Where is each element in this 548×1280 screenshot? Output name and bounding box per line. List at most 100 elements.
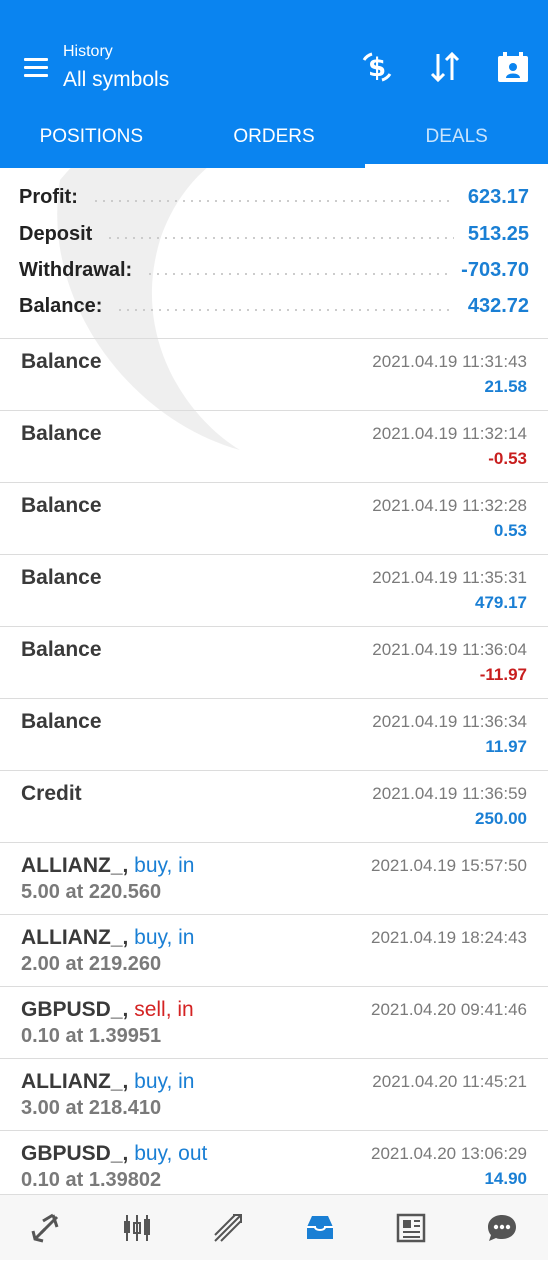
deal-title: ALLIANZ_, buy, in: [21, 1070, 195, 1094]
summary-label: Balance:: [19, 294, 103, 317]
deal-side: buy, in: [134, 854, 195, 877]
deal-symbol: Balance: [21, 494, 102, 517]
deal-row[interactable]: ALLIANZ_, buy, in 2.00 at 219.260 2021.04.…: [0, 914, 548, 986]
nav-history[interactable]: [274, 1195, 365, 1260]
summary-row-deposit: Deposit 513.25: [19, 219, 529, 249]
deal-symbol: Balance: [21, 710, 102, 733]
app-header: History All symbols $: [0, 0, 548, 106]
chart-icon: [123, 1214, 150, 1241]
deal-row[interactable]: Balance 2021.04.19 11:32:14 -0.53: [0, 410, 548, 482]
deal-amount: 11.97: [485, 737, 527, 756]
deal-volume-price: 2.00 at 219.260: [21, 953, 162, 975]
deal-row[interactable]: Balance 2021.04.19 11:36:34 11.97: [0, 698, 548, 770]
deal-time: 2021.04.19 11:35:31: [372, 568, 527, 587]
deal-time: 2021.04.19 11:36:04: [372, 640, 527, 659]
deal-row[interactable]: GBPUSD_, sell, in 0.10 at 1.39951 2021.04.…: [0, 986, 548, 1058]
summary-value: 432.72: [467, 294, 529, 317]
deal-title: ALLIANZ_, buy, in: [21, 854, 195, 878]
nav-trade[interactable]: [183, 1195, 274, 1260]
summary-label: Withdrawal:: [19, 258, 133, 281]
deal-time: 2021.04.19 11:32:28: [372, 496, 527, 515]
deal-time: 2021.04.19 18:24:43: [371, 928, 527, 947]
deal-title: Balance: [21, 710, 102, 734]
deal-amount: 479.17: [475, 593, 527, 612]
deal-amount: 0.53: [493, 521, 527, 540]
deal-amount: 14.90: [484, 1169, 527, 1188]
deal-symbol: Credit: [21, 782, 82, 805]
currency-filter-icon[interactable]: $: [360, 50, 394, 84]
quotes-icon: [31, 1213, 59, 1242]
deal-time: 2021.04.19 11:32:14: [372, 424, 527, 443]
summary-row-balance: Balance: 432.72: [19, 291, 529, 321]
deal-row[interactable]: Balance 2021.04.19 11:35:31 479.17: [0, 554, 548, 626]
bottom-navigation: [0, 1194, 548, 1260]
deal-symbol: Balance: [21, 422, 102, 445]
deal-side: sell, in: [134, 998, 194, 1021]
deal-symbol: Balance: [21, 350, 102, 373]
summary-value: 513.25: [467, 222, 529, 245]
deal-time: 2021.04.20 09:41:46: [371, 1000, 527, 1019]
deal-row[interactable]: GBPUSD_, buy, out 0.10 at 1.39802 2021.04.…: [0, 1130, 548, 1202]
sort-icon[interactable]: [428, 50, 462, 84]
trade-icon: [214, 1213, 243, 1242]
summary-value: -703.70: [461, 258, 529, 281]
menu-icon[interactable]: [24, 58, 48, 78]
system-gesture-area: [0, 1260, 548, 1280]
deal-title: ALLIANZ_, buy, in: [21, 926, 195, 950]
nav-chart[interactable]: [91, 1195, 182, 1260]
tab-positions[interactable]: POSITIONS: [0, 106, 183, 168]
deal-symbol: GBPUSD_,: [21, 1142, 129, 1165]
deal-row[interactable]: ALLIANZ_, buy, in 3.00 at 218.410 2021.04.…: [0, 1058, 548, 1130]
deal-symbol: Balance: [21, 566, 102, 589]
deal-amount: 250.00: [475, 809, 527, 828]
summary-panel: Profit: 623.17 Deposit 513.25 Withdrawal…: [0, 168, 548, 338]
summary-label: Profit:: [19, 185, 78, 208]
tab-orders[interactable]: ORDERS: [183, 106, 366, 168]
summary-row-withdrawal: Withdrawal: -703.70: [19, 255, 529, 285]
history-tabs: POSITIONS ORDERS DEALS: [0, 106, 548, 168]
deal-time: 2021.04.20 13:06:29: [371, 1144, 527, 1163]
deal-time: 2021.04.19 11:36:34: [372, 712, 527, 731]
deal-title: Balance: [21, 494, 102, 518]
deal-row[interactable]: Balance 2021.04.19 11:32:28 0.53: [0, 482, 548, 554]
deal-title: Balance: [21, 422, 102, 446]
deal-side: buy, out: [134, 1142, 208, 1165]
deal-volume-price: 5.00 at 220.560: [21, 881, 162, 903]
news-icon: [396, 1213, 426, 1242]
deal-row[interactable]: Credit 2021.04.19 11:36:59 250.00: [0, 770, 548, 842]
nav-news[interactable]: [365, 1195, 456, 1260]
deal-time: 2021.04.19 11:31:43: [372, 352, 527, 371]
deal-symbol: ALLIANZ_,: [21, 926, 129, 949]
header-subtitle: History: [63, 43, 113, 60]
deal-amount: -11.97: [479, 665, 527, 684]
nav-chat[interactable]: [457, 1195, 548, 1260]
deal-volume-price: 3.00 at 218.410: [21, 1097, 162, 1119]
deal-title: Balance: [21, 350, 102, 374]
chat-icon: [488, 1214, 517, 1241]
deal-time: 2021.04.19 11:36:59: [372, 784, 527, 803]
deal-row[interactable]: Balance 2021.04.19 11:36:04 -11.97: [0, 626, 548, 698]
deal-side: buy, in: [134, 926, 195, 949]
nav-quotes[interactable]: [0, 1195, 91, 1260]
deal-title: Balance: [21, 566, 102, 590]
summary-row-profit: Profit: 623.17: [19, 182, 529, 212]
deal-title: GBPUSD_, sell, in: [21, 998, 194, 1022]
deal-symbol: ALLIANZ_,: [21, 854, 129, 877]
deal-side: buy, in: [134, 1070, 195, 1093]
deal-symbol: Balance: [21, 638, 102, 661]
deal-time: 2021.04.20 11:45:21: [372, 1072, 527, 1091]
deal-row[interactable]: Balance 2021.04.19 11:31:43 21.58: [0, 338, 548, 410]
deal-symbol: GBPUSD_,: [21, 998, 129, 1021]
tab-deals[interactable]: DEALS: [365, 106, 548, 168]
deal-volume-price: 0.10 at 1.39802: [21, 1169, 162, 1191]
deal-volume-price: 0.10 at 1.39951: [21, 1025, 162, 1047]
summary-value: 623.17: [467, 185, 529, 208]
deal-amount: 21.58: [484, 377, 527, 396]
deal-symbol: ALLIANZ_,: [21, 1070, 129, 1093]
deal-amount: -0.53: [488, 449, 527, 468]
deal-row[interactable]: ALLIANZ_, buy, in 5.00 at 220.560 2021.04.…: [0, 842, 548, 914]
calendar-icon[interactable]: [496, 50, 530, 84]
symbol-selector[interactable]: All symbols: [63, 68, 169, 92]
history-icon: [306, 1215, 333, 1239]
deal-time: 2021.04.19 15:57:50: [371, 856, 527, 875]
